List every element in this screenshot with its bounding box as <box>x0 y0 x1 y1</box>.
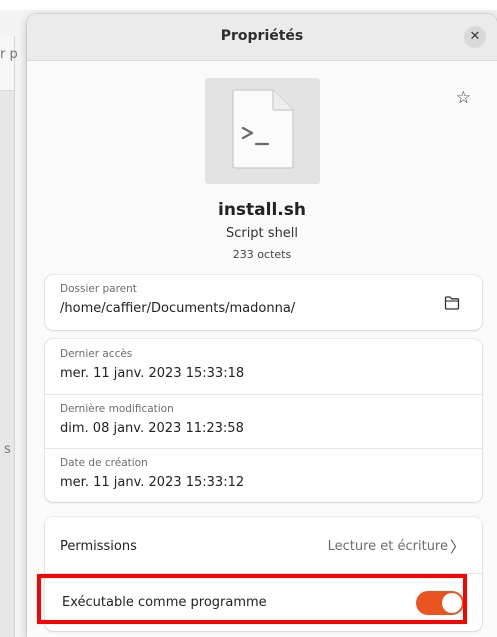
background-sidebar <box>0 36 15 637</box>
close-button[interactable]: ✕ <box>464 26 486 48</box>
file-size: 233 octets <box>232 248 292 261</box>
star-icon: ☆ <box>455 88 471 108</box>
permissions-label: Permissions <box>60 539 137 554</box>
date-row-accessed: Dernier accès mer. 11 janv. 2023 15:33:1… <box>45 339 482 394</box>
date-label: Date de création <box>60 457 148 469</box>
date-value: mer. 11 janv. 2023 15:33:18 <box>60 366 245 381</box>
permissions-row[interactable]: Permissions Lecture et écriture 〉 <box>45 517 482 573</box>
highlight-box <box>37 574 467 624</box>
script-file-icon <box>232 89 294 169</box>
star-button[interactable]: ☆ <box>456 88 471 108</box>
background-text-fragment: r p <box>0 47 18 62</box>
date-row-modified: Dernière modification dim. 08 janv. 2023… <box>45 394 482 449</box>
date-row-created: Date de création mer. 11 janv. 2023 15:3… <box>45 448 482 503</box>
date-label: Dernière modification <box>60 403 174 415</box>
folder-icon[interactable] <box>444 296 460 310</box>
file-thumbnail <box>205 78 320 184</box>
file-name: install.sh <box>218 200 306 220</box>
dialog-title: Propriétés <box>220 28 304 44</box>
properties-dialog: Propriétés ✕ ☆ install.sh Script shell 2… <box>27 14 497 637</box>
chevron-right-icon: 〉 <box>449 538 465 556</box>
background-header <box>0 36 14 91</box>
file-type: Script shell <box>225 226 299 241</box>
parent-folder-path: /home/caffier/Documents/madonna/ <box>60 301 296 316</box>
dialog-titlebar: Propriétés ✕ <box>27 14 497 61</box>
dates-card: Dernier accès mer. 11 janv. 2023 15:33:1… <box>45 339 482 502</box>
background-text-fragment: s <box>4 442 11 457</box>
permissions-value: Lecture et écriture <box>327 539 448 554</box>
parent-folder-label: Dossier parent <box>60 283 137 295</box>
date-value: mer. 11 janv. 2023 15:33:12 <box>60 475 245 490</box>
date-value: dim. 08 janv. 2023 11:23:58 <box>60 421 244 436</box>
date-label: Dernier accès <box>60 348 133 360</box>
close-icon: ✕ <box>469 29 481 44</box>
parent-folder-card[interactable]: Dossier parent /home/caffier/Documents/m… <box>45 275 482 330</box>
